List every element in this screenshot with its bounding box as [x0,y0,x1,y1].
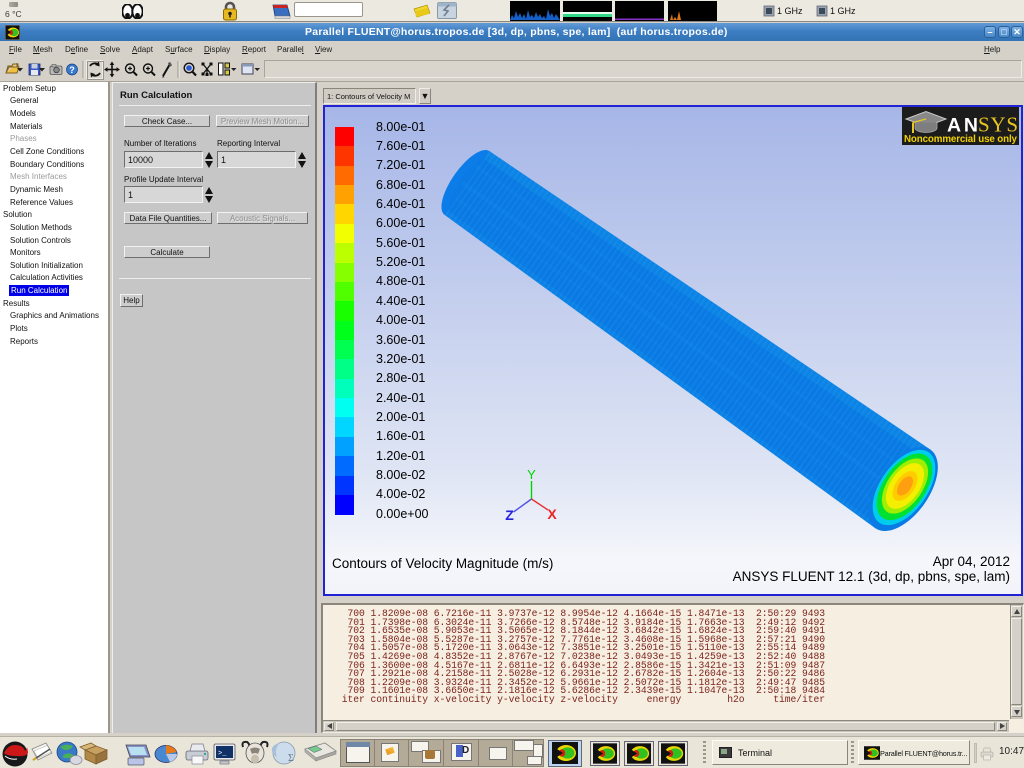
svg-text:Σ: Σ [288,753,294,764]
svg-text:SYS: SYS [978,113,1018,137]
svg-text:X: X [547,506,557,522]
svg-text:Noncommercial use only: Noncommercial use only [904,134,1018,145]
svg-text:?: ? [69,65,75,75]
svg-text:>_: >_ [218,750,227,758]
svg-text:Y: Y [527,467,536,482]
svg-text:Z: Z [505,507,514,523]
